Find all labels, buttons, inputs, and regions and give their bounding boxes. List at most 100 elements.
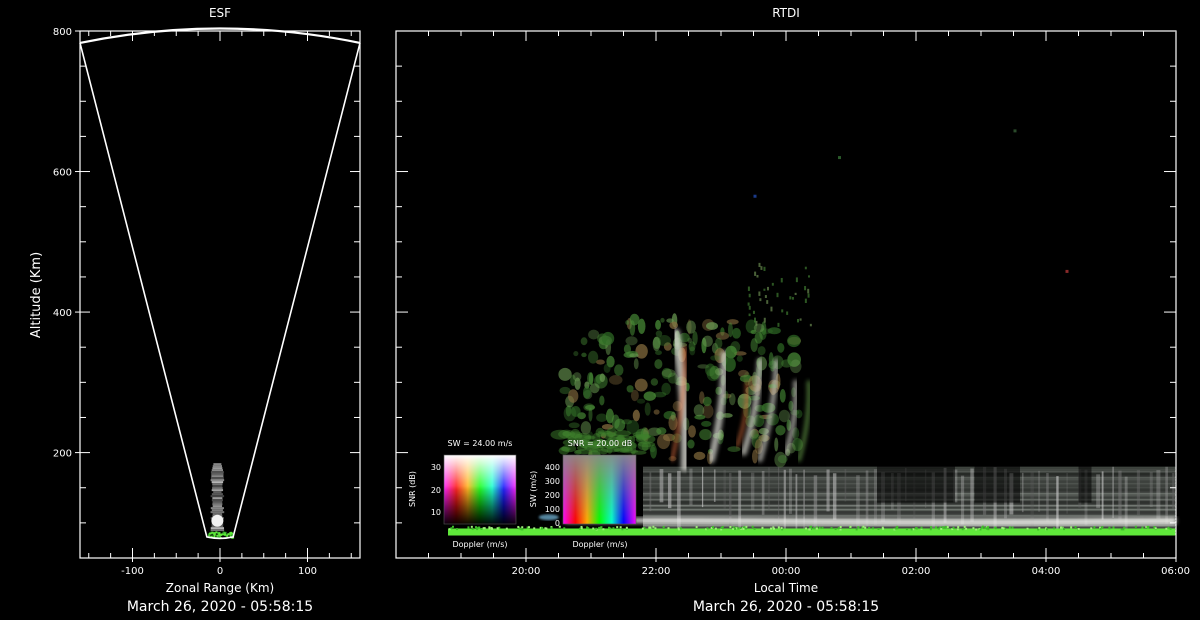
rtdi-plume-cloud (736, 355, 743, 362)
rtdi-layer-column (970, 468, 974, 522)
rtdi-base-speck (679, 527, 682, 530)
rtdi-base-speck (837, 527, 840, 530)
esf-echo-green-speck (218, 534, 221, 537)
rtdi-base-speck (864, 526, 867, 529)
rtdi-base-speck (592, 527, 595, 530)
rtdi-plume-cloud (653, 409, 660, 415)
rtdi-base-speck (1169, 527, 1172, 530)
esf-echo-green-speck (211, 531, 214, 534)
esf-echo-cell (210, 495, 225, 498)
esf-echo-bright-spot (211, 514, 224, 527)
rtdi-plume-cloud (608, 375, 623, 385)
rtdi-base-speck (1165, 527, 1168, 530)
rtdi-base-speck (1045, 528, 1048, 531)
rtdi-base-speck (1146, 525, 1149, 528)
rtdi-base-speck (652, 525, 655, 528)
rtdi-plume-tuft (758, 262, 761, 268)
rtdi-base-speck (1070, 526, 1073, 529)
legend-1-tick-30: 30 (431, 463, 441, 472)
rtdi-base-speck (957, 526, 960, 529)
rtdi-layer-column (1066, 472, 1068, 514)
rtdi-layer-column (1056, 476, 1059, 535)
rtdi-base-speck (745, 525, 748, 528)
esf-echo-cell (213, 463, 222, 466)
rtdi-plume-cloud (596, 413, 608, 423)
rtdi-plume-tuft (754, 317, 757, 323)
esf-echo-cell (210, 479, 225, 482)
esf-echo-cell (211, 489, 224, 492)
rtdi-base-speck (599, 526, 602, 529)
rtdi-layer-column (1021, 472, 1024, 513)
esf-title: ESF (209, 6, 231, 20)
rtdi-speck (1013, 129, 1017, 133)
rtdi-layer-column (826, 469, 830, 512)
rtdi-base-speck (608, 526, 611, 529)
rtdi-base-speck (480, 527, 483, 530)
rtdi-base-speck (729, 525, 732, 528)
rtdi-x-tick-label: 20:00 (512, 566, 541, 577)
esf-footer-date: March 26, 2020 - 05:58:15 (127, 599, 313, 615)
rtdi-base-speck (1108, 527, 1111, 530)
rtdi-plume-cloud (775, 425, 786, 436)
rtdi-base-speck (470, 525, 473, 528)
esf-echo-cell (210, 529, 225, 532)
rtdi-plume-tuft (763, 288, 766, 291)
rtdi-base-speck (1090, 527, 1093, 530)
rtdi-base-speck (471, 528, 474, 531)
rtdi-base-speck (451, 525, 454, 528)
figure-canvas: ESF 200400600800 -100 0 100 Altitude (Km) … (29, 6, 1190, 615)
rtdi-base-speck (456, 528, 459, 531)
legend-1-title: SW = 24.00 m/s (448, 439, 513, 448)
rtdi-plume-cloud (699, 428, 712, 441)
rtdi-plume-cloud (585, 404, 596, 410)
rtdi-base-speck (496, 527, 499, 530)
rtdi-plume-cloud (636, 398, 646, 404)
rtdi-plume-tuft (780, 277, 783, 283)
esf-echo-green-speck (222, 531, 225, 534)
rtdi-base-speck (896, 525, 899, 528)
rtdi-layer-column (844, 468, 847, 502)
rtdi-base-speck (721, 525, 724, 528)
legend-2-tick-200: 200 (545, 491, 560, 500)
rtdi-layer-column (1156, 470, 1161, 519)
rtdi-plume-cloud (599, 395, 605, 406)
rtdi-plume-cloud (626, 385, 634, 393)
rtdi-plume-cloud (777, 343, 785, 353)
rtdi-plume-tuft (777, 322, 780, 327)
rtdi-plume-tuft (763, 266, 766, 272)
rtdi-plume-cloud (732, 327, 741, 339)
rtdi-layer-streak (643, 510, 1176, 513)
rtdi-plume-tuft (804, 286, 807, 291)
rtdi-plume-tuft (747, 286, 750, 291)
rtdi-base-speck (612, 527, 615, 530)
rtdi-base-speck (862, 525, 865, 528)
esf-y-axis-label: Altitude (Km) (29, 252, 44, 338)
rtdi-plume-cloud (670, 411, 676, 421)
rtdi-speck (838, 156, 841, 160)
rtdi-plume-tuft (770, 306, 773, 312)
rtdi-base-speck (972, 527, 975, 530)
rtdi-layer-column (788, 468, 792, 514)
rtdi-base-speck (678, 528, 681, 531)
legend-2-tick-0: 0 (555, 519, 560, 528)
rtdi-base-speck (474, 526, 477, 529)
rtdi-base-speck (965, 527, 968, 530)
rtdi-base-speck (654, 527, 657, 530)
rtdi-base-speck (751, 525, 754, 528)
rtdi-plume-cloud (614, 364, 624, 376)
esf-echo-cell (212, 501, 223, 504)
rtdi-plume-cloud (667, 372, 679, 384)
rtdi-layer-column (649, 472, 652, 512)
rtdi-plume-cloud (581, 352, 587, 358)
rtdi-layer-column (1172, 473, 1175, 509)
rtdi-base-speck (929, 528, 932, 531)
rtdi-base-speck (934, 526, 937, 529)
rtdi-base-speck (616, 526, 619, 529)
rtdi-base-speck (877, 527, 880, 530)
rtdi-plume-cloud (701, 420, 712, 427)
rtdi-x-tick-label: 22:00 (642, 566, 671, 577)
rtdi-base-speck (857, 526, 860, 529)
rtdi-speck (753, 194, 757, 198)
rtdi-x-tick-label: 02:00 (902, 566, 931, 577)
rtdi-base-speck (839, 525, 842, 528)
